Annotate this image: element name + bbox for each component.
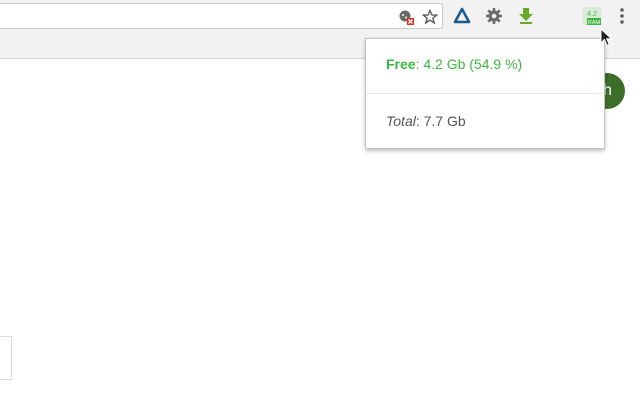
svg-text:RAM: RAM <box>588 20 601 26</box>
browser-toolbar: 4.2 RAM <box>0 0 640 34</box>
cookie-blocked-icon[interactable] <box>397 8 415 26</box>
free-memory-row: Free: 4.2 Gb (54.9 %) <box>386 56 522 72</box>
address-bar[interactable] <box>0 3 443 29</box>
popup-divider <box>366 93 604 94</box>
free-value: : 4.2 Gb (54.9 %) <box>415 56 523 72</box>
total-label: Total <box>386 113 416 129</box>
total-memory-row: Total: 7.7 Gb <box>386 113 466 129</box>
free-label: Free <box>386 56 416 72</box>
triangle-app-icon[interactable] <box>452 6 472 26</box>
download-arrow-icon[interactable] <box>516 6 536 26</box>
chrome-menu-icon[interactable] <box>612 6 632 26</box>
gear-extension-icon[interactable] <box>484 6 504 26</box>
svg-text:4.2: 4.2 <box>587 11 597 18</box>
ram-popup: Free: 4.2 Gb (54.9 %) Total: 7.7 Gb <box>365 38 605 149</box>
page-edge-box <box>0 336 12 380</box>
bookmark-star-icon[interactable] <box>421 8 439 26</box>
mouse-cursor-icon <box>600 27 614 48</box>
ram-monitor-icon[interactable]: 4.2 RAM <box>582 6 602 26</box>
total-value: : 7.7 Gb <box>415 113 466 129</box>
